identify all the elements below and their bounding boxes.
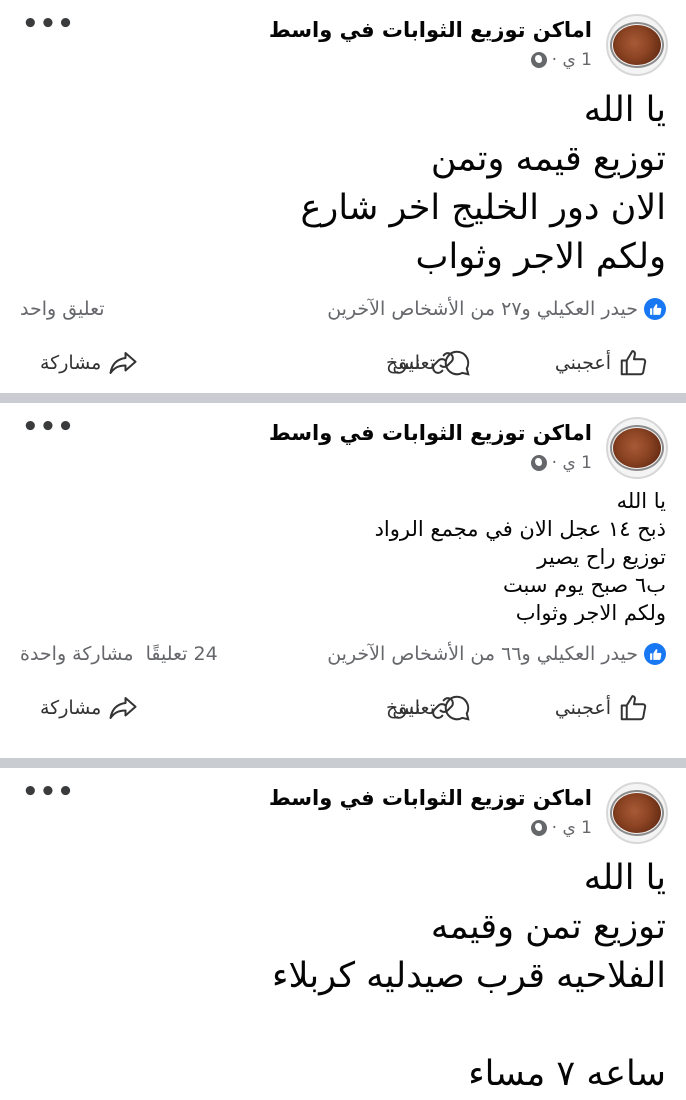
post-text-line: ذبح ١٤ عجل الان في مجمع الرواد [374, 517, 666, 541]
post-text-line: ساعه ٧ مساء [468, 1054, 666, 1094]
globe-icon [530, 52, 547, 68]
page-name[interactable]: اماكن توزيع الثوابات في واسط [269, 786, 592, 810]
reactions-summary[interactable]: حيدر العكيلي و٦٦ من الأشخاص الآخرين [327, 643, 666, 665]
page-avatar[interactable] [606, 14, 668, 76]
thumbs-up-icon [620, 695, 647, 721]
post-time[interactable]: 1 ي · [552, 453, 592, 473]
share-arrow-icon [109, 697, 137, 719]
comment-share-count[interactable]: 24 تعليقًا مشاركة واحدة [20, 643, 218, 665]
thumbs-up-icon [620, 350, 647, 376]
share-arrow-icon [109, 352, 137, 374]
comment-count[interactable]: تعليق واحد [20, 298, 105, 320]
copy-label: نسخ [386, 352, 421, 374]
reactions-summary[interactable]: حيدر العكيلي و٢٧ من الأشخاص الآخرين [327, 298, 666, 320]
post-stats: حيدر العكيلي و٦٦ من الأشخاص الآخرين 24 ت… [0, 635, 686, 679]
post-text-line: توزيع راح يصير [537, 545, 666, 569]
post-text-line: توزيع تمن وقيمه [430, 907, 666, 947]
more-options-icon[interactable]: ••• [22, 11, 75, 37]
like-button[interactable]: أعجبني [555, 348, 648, 378]
link-copy-icon [431, 697, 454, 719]
post-text-line: يا الله [583, 90, 666, 130]
post-text: يا الله ذبح ١٤ عجل الان في مجمع الرواد ت… [0, 487, 686, 627]
reactions-text: حيدر العكيلي و٦٦ من الأشخاص الآخرين [327, 643, 638, 665]
page-name[interactable]: اماكن توزيع الثوابات في واسط [269, 18, 592, 42]
post-separator [0, 758, 686, 768]
post-text-line: ولكم الاجر وثواب [515, 601, 666, 625]
post-text-line: يا الله [583, 858, 666, 898]
more-options-icon[interactable]: ••• [22, 414, 75, 440]
post-text-line: توزيع قيمه وتمن [430, 139, 666, 179]
copy-link-button[interactable]: نسخ [386, 693, 458, 723]
copy-label: نسخ [386, 697, 421, 719]
post: اماكن توزيع الثوابات في واسط 1 ي · ••• ي… [0, 768, 686, 1100]
share-label: مشاركة [40, 352, 102, 374]
globe-icon [530, 820, 547, 836]
post: اماكن توزيع الثوابات في واسط 1 ي · ••• ي… [0, 0, 686, 393]
post-stats: حيدر العكيلي و٢٧ من الأشخاص الآخرين تعلي… [0, 290, 686, 334]
post-text-line: ب٦ صبح يوم سبت [502, 573, 666, 597]
page-avatar[interactable] [606, 782, 668, 844]
post-header: اماكن توزيع الثوابات في واسط 1 ي · ••• [0, 403, 686, 481]
post-actions: أعجبني تعليق نسخ مشاركة [0, 679, 686, 743]
globe-icon [530, 455, 547, 471]
share-button[interactable]: مشاركة [40, 348, 138, 378]
post-meta: 1 ي · [530, 50, 592, 70]
like-badge-icon [644, 298, 666, 320]
post-header: اماكن توزيع الثوابات في واسط 1 ي · ••• [0, 0, 686, 78]
post-time[interactable]: 1 ي · [552, 818, 592, 838]
page-avatar[interactable] [606, 417, 668, 479]
link-copy-icon [431, 352, 454, 374]
post-time[interactable]: 1 ي · [552, 50, 592, 70]
post-meta: 1 ي · [530, 453, 592, 473]
post-text-line: ولكم الاجر وثواب [415, 237, 666, 277]
more-options-icon[interactable]: ••• [22, 779, 75, 805]
post: اماكن توزيع الثوابات في واسط 1 ي · ••• ي… [0, 403, 686, 758]
reactions-text: حيدر العكيلي و٢٧ من الأشخاص الآخرين [327, 298, 638, 320]
like-label: أعجبني [554, 697, 611, 719]
post-text: يا الله توزيع تمن وقيمه الفلاحيه قرب صيد… [0, 854, 686, 1099]
post-text-line: يا الله [616, 489, 666, 513]
post-header: اماكن توزيع الثوابات في واسط 1 ي · ••• [0, 768, 686, 846]
post-text: يا الله توزيع قيمه وتمن الان دور الخليج … [0, 86, 686, 282]
post-meta: 1 ي · [530, 818, 592, 838]
page-name[interactable]: اماكن توزيع الثوابات في واسط [269, 421, 592, 445]
share-button[interactable]: مشاركة [40, 693, 138, 723]
post-text-line: الفلاحيه قرب صيدليه كربلاء [271, 956, 666, 996]
post-text-line [20, 1001, 666, 1050]
post-text-line: الان دور الخليج اخر شارع [300, 188, 666, 228]
post-actions: أعجبني تعليق نسخ مشاركة [0, 334, 686, 398]
like-button[interactable]: أعجبني [555, 693, 648, 723]
like-label: أعجبني [554, 352, 611, 374]
like-badge-icon [644, 643, 666, 665]
share-label: مشاركة [40, 697, 102, 719]
copy-link-button[interactable]: نسخ [386, 348, 458, 378]
